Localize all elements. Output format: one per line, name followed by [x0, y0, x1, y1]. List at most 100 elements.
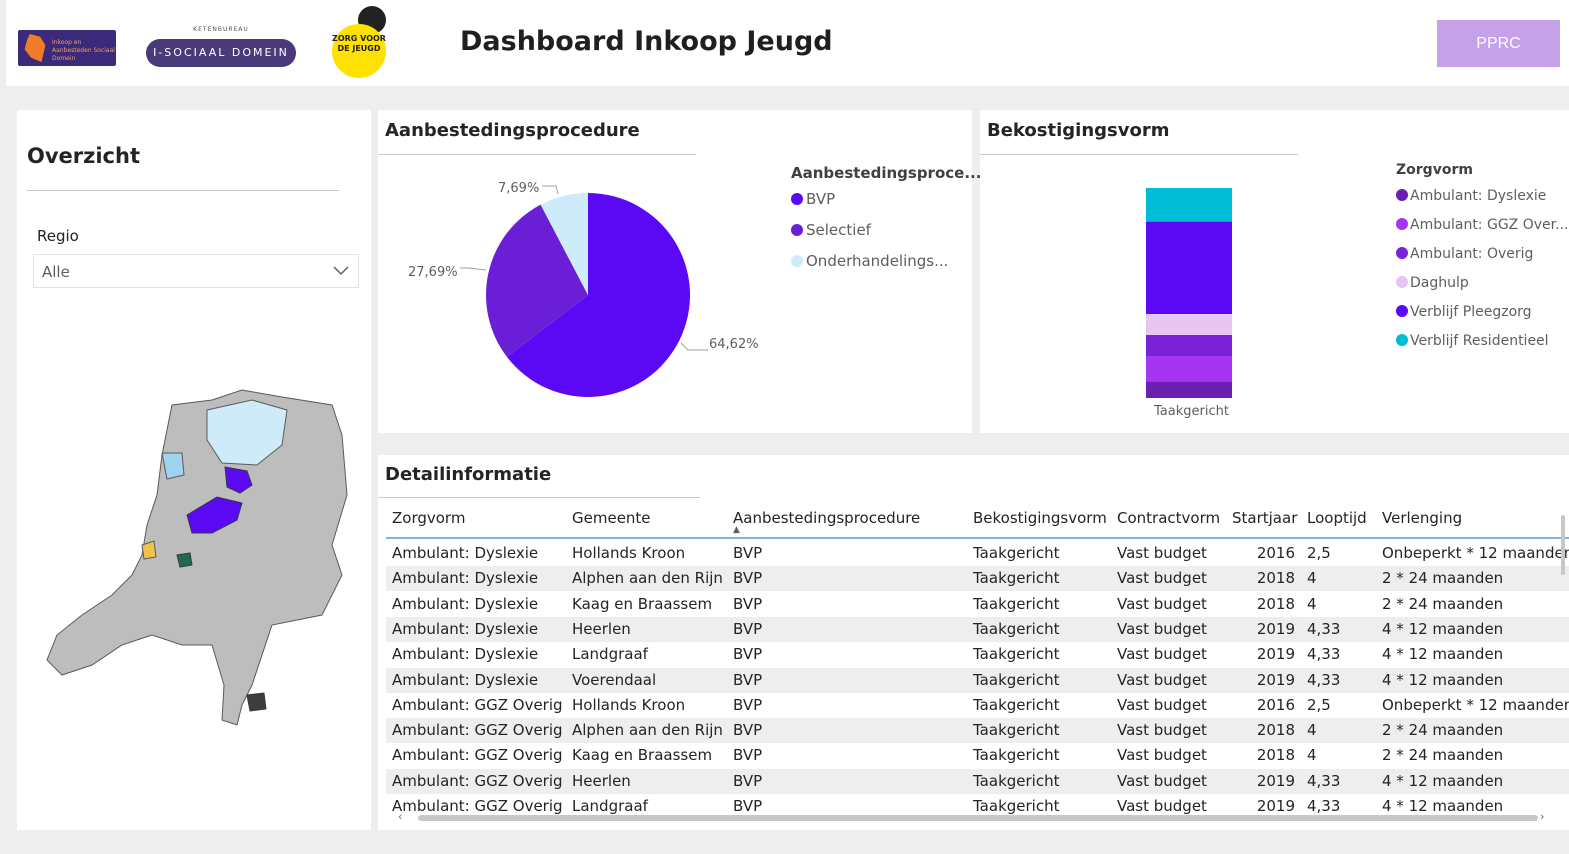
table-cell: Vast budget	[1117, 771, 1207, 790]
table-cell: Alphen aan den Rijn	[572, 569, 723, 588]
divider	[27, 190, 339, 191]
table-cell: 2,5	[1307, 544, 1331, 562]
table-cell: 2019	[1256, 670, 1295, 689]
table-cell: Heerlen	[572, 771, 631, 790]
legend-dot-icon	[791, 224, 803, 236]
table-cell: Vast budget	[1117, 721, 1207, 740]
legend-label: Ambulant: Overig	[1410, 246, 1534, 262]
column-header[interactable]: Startjaar	[1232, 509, 1297, 527]
pie-label-onderhandelings: 7,69%	[498, 181, 540, 196]
column-header[interactable]: Contractvorm	[1117, 509, 1220, 527]
logo1-text: Inkoop en Aanbesteden Sociaal Domein	[52, 39, 115, 62]
table-cell: Taakgericht	[973, 746, 1060, 765]
netherlands-region-map[interactable]	[42, 375, 362, 735]
column-header[interactable]: Bekostigingsvorm	[973, 509, 1107, 527]
table-cell: Kaag en Braassem	[572, 594, 713, 613]
pie-legend-title: Aanbestedingsproce...	[791, 164, 982, 182]
table-row[interactable]: Ambulant: GGZ Overig Kaag en Braassem BVP T…	[386, 743, 1569, 768]
table-cell: Vast budget	[1117, 645, 1207, 664]
table-cell: 2019	[1256, 619, 1295, 638]
page-title: Dashboard Inkoop Jeugd	[460, 26, 833, 57]
table-cell: Ambulant: Dyslexie	[392, 645, 539, 664]
table-cell: BVP	[733, 594, 763, 613]
legend-dot-icon	[1396, 305, 1408, 317]
vertical-scrollbar[interactable]	[1559, 515, 1567, 795]
column-header[interactable]: Looptijd	[1307, 509, 1367, 527]
x-axis-label: Taakgericht	[1154, 404, 1229, 419]
regio-selected-value: Alle	[42, 263, 70, 281]
table-row[interactable]: Ambulant: Dyslexie Alphen aan den Rijn BVP…	[386, 566, 1569, 592]
legend-item-verblijf-residentieel[interactable]: Verblijf Residentieel	[1396, 331, 1549, 351]
table-cell: 2019	[1256, 771, 1295, 790]
table-cell: 2,5	[1307, 695, 1331, 714]
legend-label: Verblijf Residentieel	[1410, 333, 1549, 349]
bar-segment-ambulant-overig[interactable]	[1146, 335, 1232, 356]
table-cell: 2018	[1256, 721, 1295, 740]
bar-segment-daghulp[interactable]	[1146, 314, 1232, 335]
table-cell: Vast budget	[1117, 619, 1207, 638]
table-row[interactable]: Ambulant: GGZ Overig Alphen aan den Rijn B…	[386, 718, 1569, 744]
legend-item-verblijf-pleegzorg[interactable]: Verblijf Pleegzorg	[1396, 302, 1532, 322]
table-cell: Ambulant: GGZ Overig	[392, 695, 563, 714]
legend-label: Ambulant: Dyslexie	[1410, 188, 1547, 204]
table-row[interactable]: Ambulant: GGZ Overig Hollands Kroon BVP Taa…	[386, 693, 1569, 718]
table-cell: 4	[1307, 569, 1317, 588]
table-cell: 4,33	[1307, 645, 1341, 664]
table-cell: 2016	[1256, 544, 1295, 562]
horizontal-scrollbar[interactable]: ‹ ›	[398, 810, 1548, 823]
legend-item-ambulant-overig[interactable]: Ambulant: Overig	[1396, 244, 1533, 264]
legend-label: BVP	[806, 190, 836, 208]
table-cell: Landgraaf	[572, 645, 648, 664]
scrollbar-thumb[interactable]	[418, 815, 1538, 821]
column-header[interactable]: Aanbestedingsprocedure	[733, 509, 920, 527]
pprc-button[interactable]: PPRC	[1437, 20, 1560, 67]
table-cell: 4 * 12 maanden	[1382, 771, 1504, 790]
table-cell: 4,33	[1307, 670, 1341, 689]
table-cell: Heerlen	[572, 619, 631, 638]
table-cell: Kaag en Braassem	[572, 746, 713, 765]
table-cell: Taakgericht	[973, 544, 1060, 562]
pie-legend-item-onderhandelings[interactable]: Onderhandelings...	[791, 251, 948, 271]
table-cell: BVP	[733, 619, 763, 638]
legend-item-daghulp[interactable]: Daghulp	[1396, 273, 1469, 293]
table-cell: Alphen aan den Rijn	[572, 721, 723, 740]
pie-chart[interactable]	[378, 160, 778, 433]
table-row[interactable]: Ambulant: Dyslexie Voerendaal BVP Taakgeric…	[386, 667, 1569, 693]
detailinformatie-panel: Detailinformatie Zorgvorm Gemeente Aanbest…	[378, 455, 1569, 830]
table-row[interactable]: Ambulant: Dyslexie Kaag en Braassem BVP Taa…	[386, 592, 1569, 617]
bar-segment-verblijf-pleegzorg[interactable]	[1146, 221, 1232, 314]
bar-segment-ambulant-ggz-over[interactable]	[1146, 356, 1232, 382]
regio-dropdown[interactable]: Alle	[33, 254, 359, 288]
zorg-voor-de-jeugd-logo: ZORG VOOR DE JEUGD	[332, 6, 388, 78]
chevron-down-icon	[333, 266, 349, 276]
scrollbar-thumb[interactable]	[1561, 515, 1565, 575]
bar-segment-ambulant-dyslexie[interactable]	[1146, 381, 1232, 398]
legend-item-ambulant-dyslexie[interactable]: Ambulant: Dyslexie	[1396, 186, 1546, 206]
table-cell: BVP	[733, 771, 763, 790]
logo3-text: ZORG VOOR DE JEUGD	[332, 24, 386, 78]
column-header[interactable]: Verlenging	[1382, 509, 1462, 527]
bar-segment-verblijf-residentieel[interactable]	[1146, 188, 1232, 222]
legend-item-ambulant-ggz[interactable]: Ambulant: GGZ Over...	[1396, 215, 1568, 235]
table-row[interactable]: Ambulant: Dyslexie Landgraaf BVP Taakgerich…	[386, 642, 1569, 667]
table-cell: Taakgericht	[973, 619, 1060, 638]
pie-legend-item-bvp[interactable]: BVP	[791, 189, 835, 209]
legend-dot-icon	[1396, 189, 1408, 201]
table-cell: Taakgericht	[973, 569, 1060, 588]
stack-chart-title: Bekostigingsvorm	[987, 120, 1170, 141]
scroll-left-icon[interactable]: ‹	[398, 810, 402, 823]
pie-legend-item-selectief[interactable]: Selectief	[791, 220, 871, 240]
table-header: Zorgvorm Gemeente Aanbestedingsprocedure ▲ B…	[386, 503, 1569, 539]
scroll-right-icon[interactable]: ›	[1540, 810, 1544, 823]
stacked-bar-chart[interactable]	[980, 170, 1380, 410]
table-cell: 2018	[1256, 746, 1295, 765]
table-row[interactable]: Ambulant: Dyslexie Heerlen BVP Taakgericht V…	[386, 616, 1569, 642]
column-header[interactable]: Zorgvorm	[392, 509, 465, 527]
table-cell: Taakgericht	[973, 594, 1060, 613]
table-row[interactable]: Ambulant: GGZ Overig Heerlen BVP Taakgerich…	[386, 768, 1569, 794]
table-cell: Ambulant: GGZ Overig	[392, 721, 563, 740]
table-cell: Taakgericht	[973, 721, 1060, 740]
table-cell: Vast budget	[1117, 746, 1207, 765]
column-header[interactable]: Gemeente	[572, 509, 651, 527]
table-row[interactable]: Ambulant: Dyslexie Hollands Kroon BVP Taakg…	[386, 541, 1569, 566]
